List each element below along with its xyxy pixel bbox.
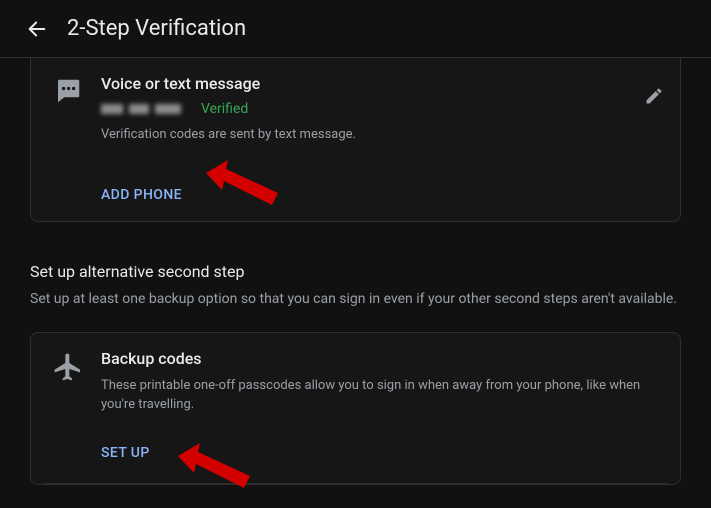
divider	[43, 483, 668, 484]
backup-codes-card: Backup codes These printable one-off pas…	[30, 332, 681, 485]
alt-step-subtext: Set up at least one backup option so tha…	[30, 289, 681, 310]
page-header: 2-Step Verification	[0, 0, 711, 58]
setup-backup-button[interactable]: SET UP	[101, 445, 150, 461]
sms-icon	[47, 74, 89, 203]
pencil-icon	[644, 86, 664, 106]
phone-number-redacted	[101, 104, 187, 114]
voice-text-card: Voice or text message Verified Verificat…	[30, 58, 681, 222]
voice-card-description: Verification codes are sent by text mess…	[101, 125, 664, 145]
edit-phone-button[interactable]	[644, 86, 664, 110]
verified-label: Verified	[201, 101, 248, 117]
add-phone-button[interactable]: ADD PHONE	[101, 187, 182, 203]
page-title: 2-Step Verification	[67, 16, 246, 41]
backup-card-description: These printable one-off passcodes allow …	[101, 376, 664, 415]
airplane-icon	[47, 349, 89, 461]
back-button[interactable]	[25, 17, 49, 41]
backup-card-title: Backup codes	[101, 349, 664, 368]
voice-card-title: Voice or text message	[101, 74, 664, 93]
phone-number-row: Verified	[101, 101, 664, 117]
alt-step-heading: Set up alternative second step	[30, 262, 681, 281]
arrow-left-icon	[26, 18, 48, 40]
